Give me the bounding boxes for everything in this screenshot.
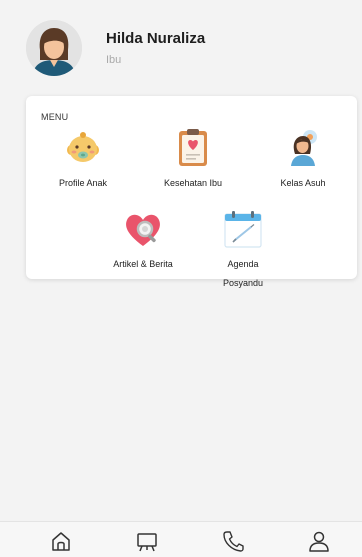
menu-label-kesehatan-ibu: Kesehatan Ibu (163, 178, 223, 188)
clipboard-heart-icon (173, 128, 213, 168)
menu-item-artikel-berita[interactable]: Artikel & Berita (102, 209, 184, 281)
app-screen: Hilda Nuraliza Ibu MENU Profile Anak Kes… (0, 0, 362, 557)
nav-home-button[interactable] (46, 530, 76, 554)
profile-name: Hilda Nuraliza (106, 30, 206, 47)
heart-magnifier-icon (123, 209, 163, 249)
menu-item-profile-anak[interactable]: Profile Anak (42, 128, 124, 200)
menu-item-agenda-posyandu[interactable]: Agenda Posyandu (202, 209, 284, 288)
menu-item-kesehatan-ibu[interactable]: Kesehatan Ibu (152, 128, 234, 200)
profile-role: Ibu (106, 54, 122, 66)
user-icon (309, 531, 329, 552)
nav-phone-button[interactable] (218, 530, 248, 554)
mother-baby-icon (283, 128, 323, 168)
menu-label-artikel-berita: Artikel & Berita (113, 259, 173, 269)
menu-title: MENU (41, 112, 69, 122)
profile-header[interactable]: Hilda Nuraliza Ibu (26, 20, 346, 80)
phone-icon (223, 531, 244, 552)
menu-label-agenda-posyandu: Agenda Posyandu (222, 259, 264, 288)
menu-item-kelas-asuh[interactable]: Kelas Asuh (262, 128, 344, 200)
bottom-nav (0, 521, 362, 557)
woman-avatar-icon (26, 20, 82, 76)
nav-board-button[interactable] (132, 530, 162, 554)
nav-profile-button[interactable] (304, 530, 334, 554)
board-icon (137, 533, 157, 552)
menu-card: MENU Profile Anak Kesehatan Ibu Kelas As… (26, 96, 357, 288)
calendar-syringe-icon (223, 209, 263, 249)
home-icon (52, 532, 70, 551)
baby-face-icon (63, 128, 103, 168)
menu-label-kelas-asuh: Kelas Asuh (280, 178, 326, 188)
menu-label-profile-anak: Profile Anak (58, 178, 108, 188)
